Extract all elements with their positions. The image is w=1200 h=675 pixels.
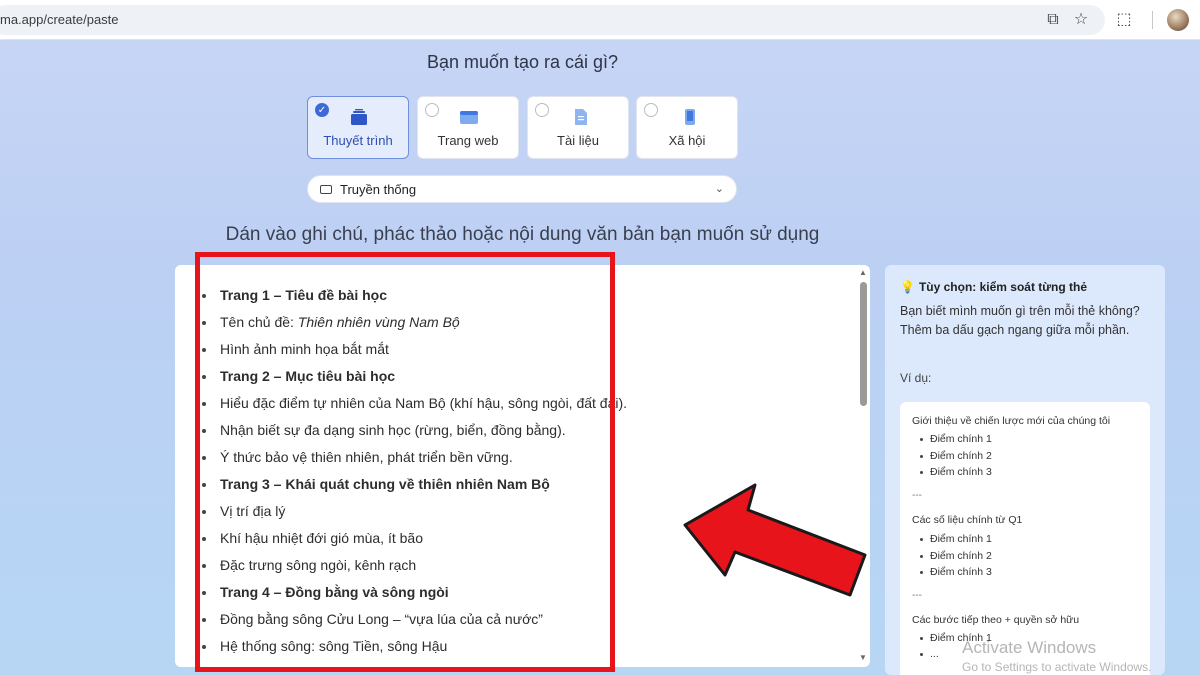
editor-scrollbar[interactable] [860, 282, 867, 406]
tips-description: Bạn biết mình muốn gì trên mỗi thẻ không… [900, 304, 1140, 337]
extensions-icon[interactable]: ⬚ [1114, 10, 1134, 30]
example-item: Điểm chính 2 [920, 550, 992, 562]
example-item: Điểm chính 1 [920, 533, 992, 545]
document-icon [575, 109, 587, 125]
profile-avatar[interactable] [1167, 9, 1189, 31]
scroll-down-arrow[interactable]: ▼ [859, 653, 867, 662]
check-icon: ✓ [315, 103, 329, 117]
type-card-webpage[interactable]: Trang web [417, 96, 519, 159]
type-card-label: Thuyết trình [323, 133, 393, 148]
tips-title: 💡 Tùy chọn: kiểm soát từng thẻ [900, 280, 1087, 294]
dropdown-label: Truyền thống [340, 182, 417, 197]
example-separator: --- [912, 590, 922, 601]
type-card-document[interactable]: Tài liệu [527, 96, 629, 159]
example-item: Điểm chính 1 [920, 433, 992, 445]
example-item: Điểm chính 2 [920, 450, 992, 462]
example-item: ... [920, 648, 939, 660]
type-card-presentation[interactable]: ✓ Thuyết trình [307, 96, 409, 159]
bookmark-star-icon[interactable]: ☆ [1071, 10, 1091, 30]
toolbar-divider [1152, 11, 1153, 29]
tips-panel: 💡 Tùy chọn: kiểm soát từng thẻ Bạn biết m… [885, 265, 1165, 675]
url-text: ma.app/create/paste [0, 12, 119, 27]
address-bar[interactable]: ma.app/create/paste [0, 5, 1105, 35]
browser-toolbar: ma.app/create/paste ⧉ ☆ ⬚ [0, 0, 1200, 40]
type-card-social[interactable]: Xã hội [636, 96, 738, 159]
type-card-label: Trang web [437, 133, 499, 148]
example-item: Điểm chính 3 [920, 466, 992, 478]
install-app-icon[interactable]: ⧉ [1043, 10, 1063, 30]
type-card-label: Tài liệu [557, 133, 599, 148]
radio-button[interactable] [535, 103, 549, 117]
paste-instruction: Dán vào ghi chú, phác thảo hoặc nội dung… [225, 224, 820, 245]
example-card: Giới thiệu về chiến lược mới của chúng t… [900, 402, 1150, 675]
red-arrow-annotation [683, 483, 867, 597]
page-question: Bạn muốn tạo ra cái gì? [426, 52, 619, 72]
webpage-icon [460, 111, 478, 124]
example-heading: Các số liệu chính từ Q1 [912, 514, 1023, 526]
radio-button[interactable] [425, 103, 439, 117]
card-style-icon [320, 185, 332, 194]
chevron-down-icon: ⌄ [714, 183, 724, 195]
example-heading: Các bước tiếp theo + quyền sở hữu [912, 614, 1080, 626]
watermark-title: Activate Windows [962, 638, 1097, 657]
radio-button[interactable] [644, 103, 658, 117]
lightbulb-icon: 💡 [900, 280, 915, 294]
windows-activation-watermark: Activate Windows Go to Settings to activ… [962, 638, 1151, 674]
example-separator: --- [912, 490, 922, 501]
example-heading: Giới thiệu về chiến lược mới của chúng t… [912, 415, 1111, 427]
scroll-up-arrow[interactable]: ▲ [859, 268, 867, 277]
example-label: Ví dụ: [900, 371, 932, 385]
example-item: Điểm chính 3 [920, 566, 992, 578]
tips-title-text: Tùy chọn: kiểm soát từng thẻ [918, 280, 1087, 294]
type-card-label: Xã hội [668, 133, 706, 148]
watermark-subtitle: Go to Settings to activate Windows. [962, 660, 1152, 674]
mobile-icon [685, 109, 695, 125]
style-dropdown[interactable]: Truyền thống ⌄ [307, 175, 737, 203]
highlight-box [195, 252, 615, 672]
presentation-icon [351, 109, 367, 125]
